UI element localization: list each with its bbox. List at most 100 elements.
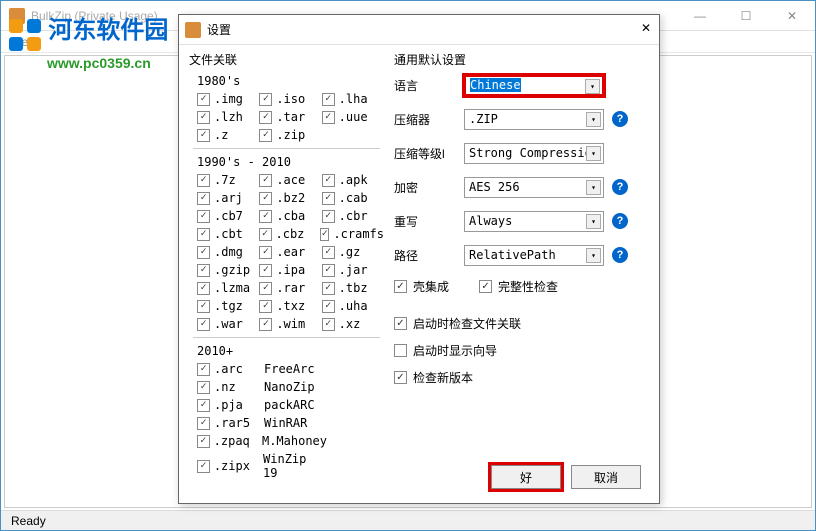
era-1990: 1990's - 2010 <box>197 155 384 169</box>
ext-checkbox[interactable]: .7z <box>197 173 259 187</box>
minimize-button[interactable]: — <box>677 1 723 31</box>
ext-checkbox[interactable]: .arcFreeArc <box>197 362 327 376</box>
path-label: 路径 <box>394 247 464 264</box>
status-text: Ready <box>11 514 46 528</box>
options-row1: 壳集成 完整性检查 <box>394 278 649 305</box>
show-wizard-checkbox[interactable]: 启动时显示向导 <box>394 342 649 359</box>
ext-checkbox[interactable]: .nzNanoZip <box>197 380 327 394</box>
ext-checkbox[interactable]: .cbz <box>259 227 321 241</box>
ext-checkbox[interactable]: .cbr <box>322 209 384 223</box>
ext-checkbox[interactable]: .cba <box>259 209 321 223</box>
ext-checkbox[interactable]: .zip <box>259 128 321 142</box>
ext-checkbox[interactable]: .cbt <box>197 227 259 241</box>
help-icon[interactable]: ? <box>612 111 628 127</box>
chevron-down-icon: ▾ <box>586 180 601 195</box>
dialog-buttons: 好 取消 <box>491 465 641 489</box>
check-assoc-checkbox[interactable]: 启动时检查文件关联 <box>394 315 649 332</box>
ext-checkbox[interactable]: .cab <box>322 191 384 205</box>
ext-checkbox[interactable]: .pjapackARC <box>197 398 327 412</box>
ext-checkbox[interactable]: .arj <box>197 191 259 205</box>
ok-button[interactable]: 好 <box>491 465 561 489</box>
ext-checkbox[interactable]: .rar5WinRAR <box>197 416 327 430</box>
era-1980: 1980's <box>197 74 384 88</box>
ext-checkbox[interactable]: .zpaqM.Mahoney <box>197 434 327 448</box>
dialog-icon <box>185 22 201 38</box>
ext-checkbox[interactable]: .tgz <box>197 299 259 313</box>
ext-checkbox[interactable]: .ear <box>259 245 321 259</box>
ext-checkbox[interactable]: .bz2 <box>259 191 321 205</box>
ext-checkbox[interactable]: .cb7 <box>197 209 259 223</box>
cancel-button[interactable]: 取消 <box>571 465 641 489</box>
ext-checkbox[interactable]: .lzma <box>197 281 259 295</box>
ext-checkbox[interactable]: .jar <box>322 263 384 277</box>
chevron-down-icon: ▾ <box>586 248 601 263</box>
rewrite-row: 重写 Always▾ ? <box>394 210 649 232</box>
help-icon[interactable]: ? <box>612 179 628 195</box>
ext-checkbox[interactable]: .lha <box>322 92 384 106</box>
window-controls: — ☐ ✕ <box>677 1 815 31</box>
settings-dialog: 设置 ✕ 文件关联 1980's .img.iso.lha .lzh.tar.uu… <box>178 14 660 504</box>
compressor-row: 压缩器 .ZIP▾ ? <box>394 108 649 130</box>
ext-checkbox[interactable]: .z <box>197 128 259 142</box>
integrity-checkbox[interactable]: 完整性检查 <box>479 278 558 295</box>
ext-checkbox[interactable]: .war <box>197 317 259 331</box>
ext-checkbox[interactable]: .dmg <box>197 245 259 259</box>
maximize-button[interactable]: ☐ <box>723 1 769 31</box>
ext-checkbox[interactable]: .lzh <box>197 110 259 124</box>
ext-checkbox[interactable]: .txz <box>259 299 321 313</box>
ext-checkbox[interactable]: .gz <box>322 245 384 259</box>
help-icon[interactable]: ? <box>612 213 628 229</box>
dialog-title: 设置 <box>207 21 231 38</box>
divider <box>193 337 380 338</box>
file-assoc-label: 文件关联 <box>189 51 384 68</box>
status-bar: Ready <box>1 510 815 530</box>
encrypt-row: 加密 AES 256▾ ? <box>394 176 649 198</box>
encrypt-label: 加密 <box>394 179 464 196</box>
divider <box>193 148 380 149</box>
general-label: 通用默认设置 <box>394 51 649 68</box>
dialog-body: 文件关联 1980's .img.iso.lha.lzh.tar.uue.z.z… <box>179 45 659 490</box>
encrypt-combo[interactable]: AES 256▾ <box>464 177 604 198</box>
ext-checkbox[interactable]: .iso <box>259 92 321 106</box>
ext-checkbox[interactable]: .img <box>197 92 259 106</box>
close-button[interactable]: ✕ <box>769 1 815 31</box>
app-icon <box>9 8 25 24</box>
ext-checkbox[interactable]: .cramfs <box>320 227 384 241</box>
compressor-label: 压缩器 <box>394 111 464 128</box>
general-settings-panel: 通用默认设置 语言 Chinese▾ 压缩器 .ZIP▾ ? 压缩等级l Str… <box>384 51 649 484</box>
check-update-checkbox[interactable]: 检查新版本 <box>394 369 649 386</box>
app-title: BulkZip (Private Usage) <box>31 9 158 23</box>
chevron-down-icon: ▾ <box>586 146 601 161</box>
path-combo[interactable]: RelativePath▾ <box>464 245 604 266</box>
ext-checkbox[interactable]: .gzip <box>197 263 259 277</box>
ext-checkbox[interactable]: .xz <box>322 317 384 331</box>
chevron-down-icon: ▾ <box>586 214 601 229</box>
level-label: 压缩等级l <box>394 145 464 162</box>
resize-grip-icon <box>797 517 807 527</box>
shell-integration-checkbox[interactable]: 壳集成 <box>394 278 449 295</box>
level-combo[interactable]: Strong Compression▾ <box>464 143 604 164</box>
era-2010: 2010+ <box>197 344 384 358</box>
ext-checkbox[interactable]: .ace <box>259 173 321 187</box>
ext-checkbox[interactable]: .zipxWinZip 19 <box>197 452 327 480</box>
lang-label: 语言 <box>394 77 464 94</box>
ext-checkbox[interactable]: .ipa <box>259 263 321 277</box>
help-icon[interactable]: ? <box>612 247 628 263</box>
ext-checkbox[interactable]: .uue <box>322 110 384 124</box>
lang-combo[interactable]: Chinese▾ <box>464 75 604 96</box>
compressor-combo[interactable]: .ZIP▾ <box>464 109 604 130</box>
ext-checkbox[interactable]: .rar <box>259 281 321 295</box>
path-row: 路径 RelativePath▾ ? <box>394 244 649 266</box>
file-menu[interactable]: File <box>9 35 28 49</box>
dialog-titlebar: 设置 ✕ <box>179 15 659 45</box>
ext-checkbox[interactable]: .tar <box>259 110 321 124</box>
dialog-close-button[interactable]: ✕ <box>641 21 651 35</box>
ext-checkbox[interactable]: .apk <box>322 173 384 187</box>
rewrite-label: 重写 <box>394 213 464 230</box>
ext-checkbox[interactable]: .tbz <box>322 281 384 295</box>
ext-checkbox[interactable]: .wim <box>259 317 321 331</box>
chevron-down-icon: ▾ <box>585 79 600 94</box>
lang-row: 语言 Chinese▾ <box>394 74 649 96</box>
ext-checkbox[interactable]: .uha <box>322 299 384 313</box>
rewrite-combo[interactable]: Always▾ <box>464 211 604 232</box>
